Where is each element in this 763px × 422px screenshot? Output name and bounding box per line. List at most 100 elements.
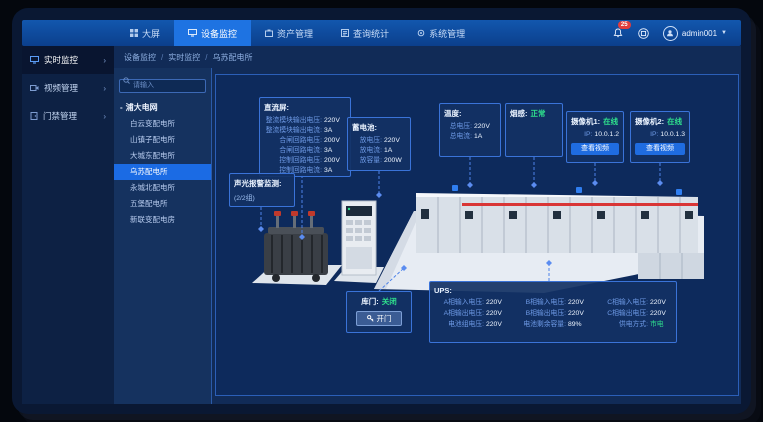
metric-label: 供电方式: <box>598 320 648 330</box>
device-marker-tags <box>452 185 682 195</box>
ups-panel: UPS: A相输入电压:220V B相输入电压:220V C相输入电压:220V… <box>429 281 677 343</box>
metric-value: 3A <box>324 126 346 136</box>
sidebar-item-label: 门禁管理 <box>43 110 77 122</box>
tree-item-station[interactable]: 大城东配电所 <box>114 148 211 164</box>
metric-label: 放电压: <box>352 136 382 146</box>
tree-item-station-selected[interactable]: 乌苏配电所 <box>114 164 211 180</box>
breadcrumb-separator: / <box>205 53 207 62</box>
metric-value: 3A <box>324 166 346 176</box>
ups-metrics-grid: A相输入电压:220V B相输入电压:220V C相输入电压:220V A相输出… <box>434 298 672 330</box>
metric-value: 1A <box>384 146 406 156</box>
status-badge: 正常 <box>531 108 546 119</box>
metric-label: A相输入电压: <box>434 298 484 308</box>
metric-value: 200V <box>324 136 346 146</box>
panel-title-text: 摄像机2: <box>635 116 664 127</box>
sidebar-item-label: 实时监控 <box>44 54 78 66</box>
breadcrumb-item[interactable]: 设备监控 <box>124 52 156 63</box>
tree-root-node[interactable]: - 浦大电网 <box>114 99 211 116</box>
door-icon <box>30 112 38 120</box>
panel-title-text: 摄像机1: <box>571 116 600 127</box>
metric-label: B相输入电压: <box>516 298 566 308</box>
tree-item-station[interactable]: 五堡配电所 <box>114 196 211 212</box>
user-icon <box>666 29 674 37</box>
ip-label: IP: <box>635 130 658 140</box>
tree-item-station[interactable]: 白云变配电所 <box>114 116 211 132</box>
view-video-button[interactable]: 查看视频 <box>571 143 619 155</box>
metric-value: 220V <box>474 122 496 132</box>
bell-icon <box>613 28 623 38</box>
nav-item-system[interactable]: 系统管理 <box>403 20 479 46</box>
breadcrumb-item[interactable]: 实时监控 <box>168 52 200 63</box>
left-sidebar: 实时监控 › 视频管理 › 门禁管理 › <box>22 46 114 404</box>
sidebar-item-realtime-monitor[interactable]: 实时监控 › <box>22 46 114 74</box>
search-input[interactable] <box>119 79 206 93</box>
ip-label: IP: <box>571 130 592 140</box>
ip-value: 10.0.1.2 <box>594 130 619 140</box>
video-camera-icon <box>30 84 39 92</box>
chevron-right-icon: › <box>103 112 106 121</box>
metric-label: 总电压: <box>444 122 472 132</box>
panel-title: 摄像机2: 在线 <box>635 116 685 127</box>
asset-box-icon <box>265 29 273 37</box>
metric-value: 220V <box>568 298 590 308</box>
metric-label: 总电流: <box>444 132 472 142</box>
camera2-panel: 摄像机2: 在线 IP:10.0.1.3 查看视频 <box>630 111 690 163</box>
nav-item-device-monitor[interactable]: 设备监控 <box>174 20 251 46</box>
sidebar-item-label: 视频管理 <box>44 82 78 94</box>
status-badge: 在线 <box>667 116 682 127</box>
topbar-right: 25 admin001 ▼ <box>611 26 741 41</box>
metric-value: 220V <box>384 136 406 146</box>
nav-label: 系统管理 <box>429 27 465 40</box>
metric-value: 220V <box>650 298 672 308</box>
metric-label: 合闸回路电压: <box>264 136 322 146</box>
tree-item-station[interactable]: 永城北配电所 <box>114 180 211 196</box>
cabinet-pad <box>334 267 384 283</box>
chevron-right-icon: › <box>103 84 106 93</box>
breadcrumb: 设备监控 / 实时监控 / 乌苏配电所 <box>114 46 741 68</box>
sidebar-item-access-control[interactable]: 门禁管理 › <box>22 102 114 130</box>
tree-item-station[interactable]: 新联变配电房 <box>114 212 211 228</box>
metric-label: 电池剩余容量: <box>516 320 566 330</box>
top-navbar: 大屏 设备监控 资产管理 查询统计 系统管理 25 <box>22 20 741 46</box>
metric-label: 合闸回路电流: <box>264 146 322 156</box>
dashboard-icon <box>130 29 138 37</box>
open-door-button[interactable]: 开门 <box>356 311 402 326</box>
nav-item-assets[interactable]: 资产管理 <box>251 20 327 46</box>
view-video-button[interactable]: 查看视频 <box>635 143 685 155</box>
tree-root-label: 浦大电网 <box>126 102 158 113</box>
notification-bell-button[interactable]: 25 <box>611 26 625 40</box>
user-menu[interactable]: admin001 ▼ <box>663 26 727 41</box>
room-monitor-canvas: 直流屏: 整流模块输出电压:220V 整流模块输出电流:3A 合闸回路电压:20… <box>215 74 739 396</box>
nav-item-query-stats[interactable]: 查询统计 <box>327 20 403 46</box>
camera1-panel: 摄像机1: 在线 IP:10.0.1.2 查看视频 <box>566 111 624 163</box>
key-icon <box>367 315 374 322</box>
collapse-icon: - <box>120 103 123 112</box>
metric-value-power-mode: 市电 <box>650 320 672 330</box>
sound-light-alarm-panel: 声光报警监测: (2/2组) <box>229 173 295 207</box>
metric-value: 1A <box>474 132 496 142</box>
metric-label: 电池组电压: <box>434 320 484 330</box>
metric-label: 整流模块输出电流: <box>264 126 322 136</box>
metric-value: 220V <box>650 309 672 319</box>
power-room-3d-scene <box>246 161 716 296</box>
status-badge: 在线 <box>603 116 618 127</box>
breadcrumb-item[interactable]: 乌苏配电所 <box>212 52 252 63</box>
metric-label: 整流模块输出电压: <box>264 116 322 126</box>
panel-title: UPS: <box>434 286 672 295</box>
metric-value: 220V <box>486 309 508 319</box>
content-area: 设备监控 / 实时监控 / 乌苏配电所 - 浦大电网 白云变配电所 山镇子配电所… <box>114 46 741 404</box>
panel-title: 温度: <box>444 108 496 119</box>
nav-item-dashboard[interactable]: 大屏 <box>116 20 174 46</box>
username-label: admin001 <box>682 29 717 38</box>
monitor-icon <box>30 56 39 64</box>
nav-label: 资产管理 <box>277 27 313 40</box>
gear-icon <box>417 29 425 37</box>
fullscreen-button[interactable] <box>637 26 651 40</box>
ip-value: 10.0.1.3 <box>660 130 685 140</box>
avatar <box>663 26 678 41</box>
sidebar-item-video-manage[interactable]: 视频管理 › <box>22 74 114 102</box>
open-door-label: 开门 <box>377 312 392 325</box>
tree-item-station[interactable]: 山镇子配电所 <box>114 132 211 148</box>
panel-title: 库门: 关闭 <box>351 296 407 307</box>
panel-title: 蓄电池: <box>352 122 406 133</box>
